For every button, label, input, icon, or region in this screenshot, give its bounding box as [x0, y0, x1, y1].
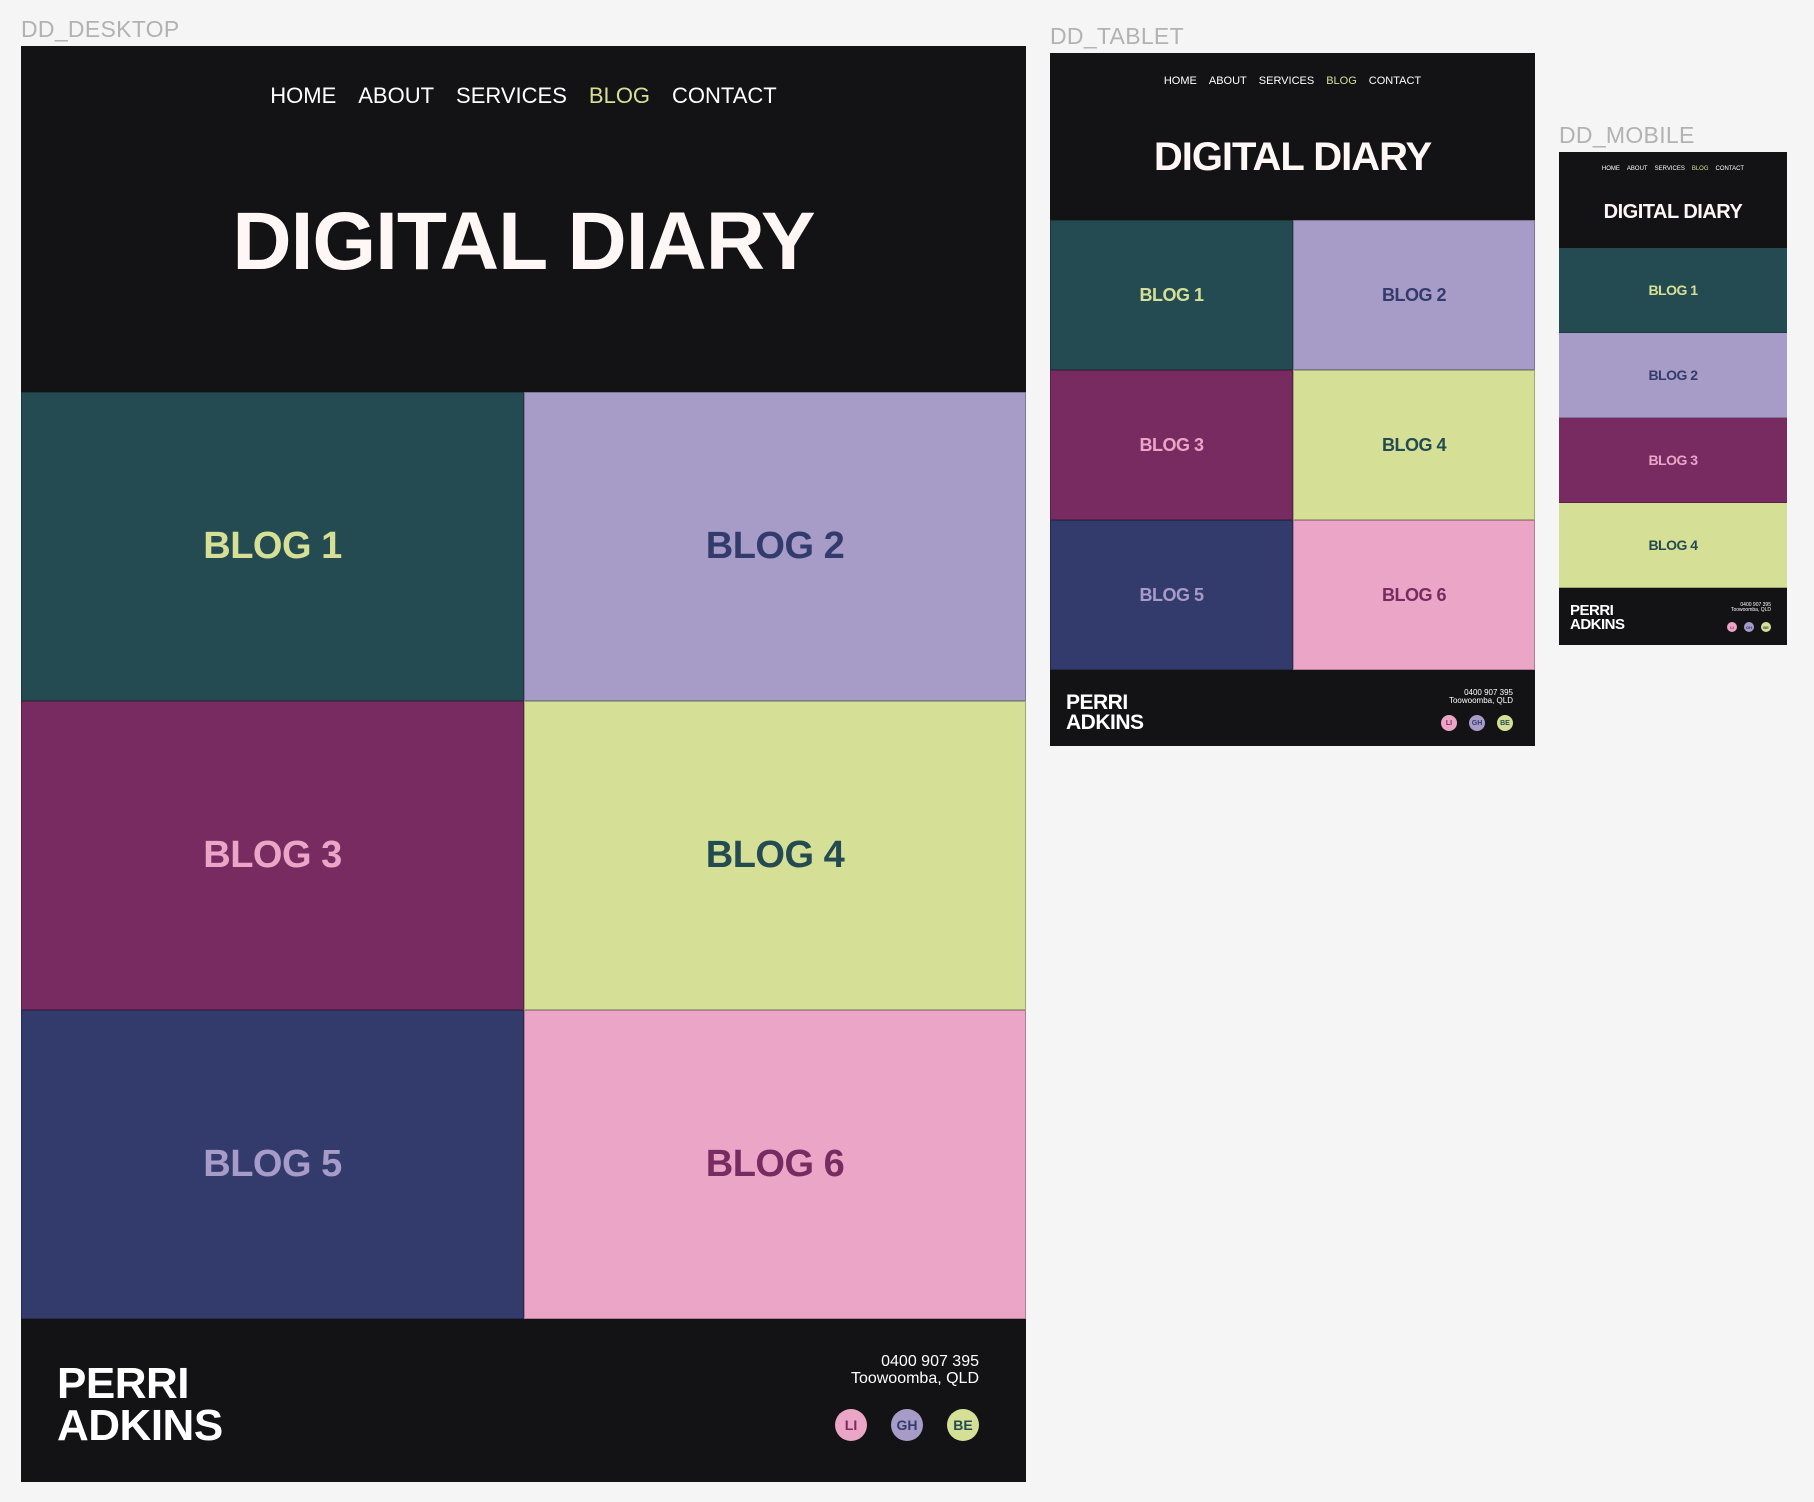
- social-links: LI GH BE: [1720, 622, 1771, 632]
- site-footer: PERRI ADKINS 0400 907 395 Toowoomba, QLD…: [1559, 588, 1787, 645]
- footer-brand: PERRI ADKINS: [57, 1359, 223, 1450]
- page-title: DIGITAL DIARY: [232, 196, 815, 287]
- behance-icon[interactable]: BE: [1497, 715, 1513, 731]
- footer-contact: 0400 907 395 Toowoomba, QLD: [850, 1353, 979, 1388]
- linkedin-icon[interactable]: LI: [835, 1409, 867, 1441]
- nav-link-blog[interactable]: BLOG: [1692, 166, 1709, 172]
- site-footer: PERRI ADKINS 0400 907 395 Toowoomba, QLD…: [1050, 670, 1535, 746]
- behance-icon[interactable]: BE: [1761, 622, 1771, 632]
- brand-last-name: ADKINS: [1066, 710, 1144, 734]
- blog-tile-6[interactable]: BLOG 6: [524, 1010, 1026, 1319]
- nav-link-services[interactable]: SERVICES: [1259, 75, 1314, 87]
- brand-last-name: ADKINS: [57, 1400, 223, 1450]
- tablet-frame: HOME ABOUT SERVICES BLOG CONTACT DIGITAL DIA…: [1050, 53, 1535, 746]
- github-icon[interactable]: GH: [891, 1409, 923, 1441]
- blog-grid: BLOG 1 BLOG 2 BLOG 3 BLOG 4 BLOG 5 BLOG 6: [1050, 220, 1535, 670]
- linkedin-icon[interactable]: LI: [1441, 715, 1457, 731]
- brand-first-name: PERRI: [57, 1359, 189, 1408]
- nav-link-home[interactable]: HOME: [1164, 75, 1197, 87]
- blog-tile-5[interactable]: BLOG 5: [21, 1010, 524, 1319]
- phone-number: 0400 907 395: [881, 1353, 979, 1370]
- nav-link-about[interactable]: ABOUT: [1209, 75, 1247, 87]
- blog-tile-1[interactable]: BLOG 1: [1559, 248, 1787, 333]
- nav-link-services[interactable]: SERVICES: [1655, 166, 1685, 172]
- footer-brand: PERRI ADKINS: [1570, 603, 1625, 634]
- social-links: LI GH BE: [1429, 715, 1513, 731]
- blog-tile-4[interactable]: BLOG 4: [524, 701, 1026, 1010]
- blog-tile-1[interactable]: BLOG 1: [1050, 220, 1293, 370]
- blog-tile-5[interactable]: BLOG 5: [1050, 520, 1293, 670]
- frame-label-mobile: DD_MOBILE: [1559, 122, 1695, 148]
- blog-tile-2[interactable]: BLOG 2: [524, 392, 1026, 701]
- location-text: Toowoomba, QLD: [1448, 696, 1513, 706]
- blog-tile-3[interactable]: BLOG 3: [1559, 418, 1787, 503]
- nav-link-about[interactable]: ABOUT: [1627, 166, 1648, 172]
- nav-link-contact[interactable]: CONTACT: [672, 83, 777, 109]
- desktop-frame: HOME ABOUT SERVICES BLOG CONTACT DIGITAL DIA…: [21, 46, 1026, 1482]
- blog-tile-1[interactable]: BLOG 1: [21, 392, 524, 701]
- blog-tile-2[interactable]: BLOG 2: [1293, 220, 1535, 370]
- linkedin-icon[interactable]: LI: [1727, 622, 1737, 632]
- github-icon[interactable]: GH: [1744, 622, 1754, 632]
- footer-contact: 0400 907 395 Toowoomba, QLD: [1448, 688, 1513, 706]
- behance-icon[interactable]: BE: [947, 1409, 979, 1441]
- social-links: LI GH BE: [811, 1409, 979, 1441]
- nav-link-contact[interactable]: CONTACT: [1369, 75, 1421, 87]
- nav-link-about[interactable]: ABOUT: [358, 83, 434, 109]
- location-text: Toowoomba, QLD: [1730, 607, 1771, 614]
- blog-tile-3[interactable]: BLOG 3: [1050, 370, 1293, 520]
- brand-first-name: PERRI: [1066, 691, 1128, 714]
- blog-tile-3[interactable]: BLOG 3: [21, 701, 524, 1010]
- footer-brand: PERRI ADKINS: [1066, 691, 1144, 734]
- nav-link-blog[interactable]: BLOG: [589, 83, 650, 109]
- github-icon[interactable]: GH: [1469, 715, 1485, 731]
- frame-label-desktop: DD_DESKTOP: [21, 16, 180, 42]
- page-title: DIGITAL DIARY: [1153, 135, 1432, 179]
- blog-tile-2[interactable]: BLOG 2: [1559, 333, 1787, 418]
- location-text: Toowoomba, QLD: [850, 1369, 979, 1387]
- blog-tile-4[interactable]: BLOG 4: [1293, 370, 1535, 520]
- nav-link-home[interactable]: HOME: [1602, 166, 1620, 172]
- nav-link-services[interactable]: SERVICES: [456, 83, 567, 109]
- nav-link-home[interactable]: HOME: [270, 83, 336, 109]
- blog-tile-6[interactable]: BLOG 6: [1293, 520, 1535, 670]
- mobile-frame: HOME ABOUT SERVICES BLOG CONTACT DIGITAL DIA…: [1559, 152, 1787, 645]
- main-nav: HOME ABOUT SERVICES BLOG CONTACT: [1050, 53, 1535, 109]
- blog-tile-4[interactable]: BLOG 4: [1559, 503, 1787, 588]
- nav-link-blog[interactable]: BLOG: [1326, 75, 1357, 87]
- main-nav: HOME ABOUT SERVICES BLOG CONTACT: [1559, 152, 1787, 186]
- footer-contact: 0400 907 395 Toowoomba, QLD: [1730, 602, 1771, 614]
- frame-label-tablet: DD_TABLET: [1050, 23, 1184, 49]
- nav-link-contact[interactable]: CONTACT: [1716, 166, 1745, 172]
- main-nav: HOME ABOUT SERVICES BLOG CONTACT: [21, 46, 1026, 144]
- blog-grid: BLOG 1 BLOG 2 BLOG 3 BLOG 4: [1559, 248, 1787, 588]
- site-footer: PERRI ADKINS 0400 907 395 Toowoomba, QLD…: [21, 1319, 1026, 1482]
- brand-last-name: ADKINS: [1570, 616, 1625, 634]
- blog-grid: BLOG 1 BLOG 2 BLOG 3 BLOG 4 BLOG 5 BLOG 6: [21, 392, 1026, 1319]
- page-title: DIGITAL DIARY: [1603, 200, 1743, 223]
